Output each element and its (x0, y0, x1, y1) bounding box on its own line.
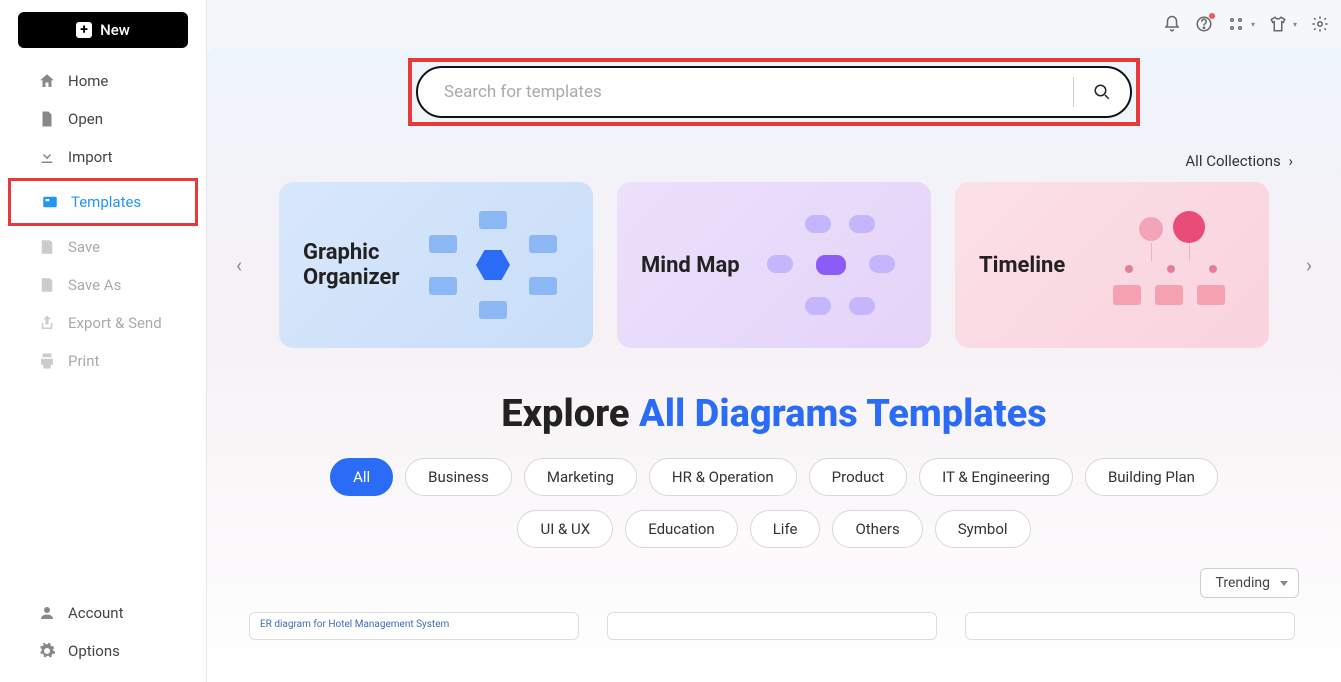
search-icon (1093, 83, 1111, 101)
content: All Collections › ‹ Graphic Organizer Mi… (207, 48, 1341, 682)
card-title: Timeline (979, 253, 1095, 278)
heading-accent: All Diagrams Templates (639, 392, 1047, 436)
chevron-right-icon: › (1288, 152, 1293, 170)
sidebar-label: Export & Send (68, 314, 162, 332)
chevron-down-icon: ▾ (1293, 20, 1297, 29)
sidebar-label: Save As (68, 276, 121, 294)
sidebar-item-import[interactable]: Import (0, 138, 206, 176)
sidebar-label: Account (68, 604, 124, 622)
saveas-icon (38, 276, 56, 294)
sidebar-item-home[interactable]: Home (0, 62, 206, 100)
card-timeline[interactable]: Timeline (955, 182, 1269, 348)
file-icon (38, 110, 56, 128)
chip-building-plan[interactable]: Building Plan (1085, 458, 1218, 496)
page-heading: Explore All Diagrams Templates (207, 392, 1341, 436)
bell-icon[interactable] (1163, 15, 1181, 33)
timeline-icon (1095, 205, 1245, 325)
chip-marketing[interactable]: Marketing (524, 458, 637, 496)
chip-business[interactable]: Business (405, 458, 512, 496)
grid-icon[interactable] (1227, 15, 1245, 33)
search-button[interactable] (1074, 83, 1130, 101)
sort-dropdown[interactable]: Trending (1200, 568, 1299, 598)
sort-row: Trending (207, 562, 1341, 604)
topbar: ▾ ▾ (207, 0, 1341, 48)
mind-map-icon (757, 205, 907, 325)
card-graphic-organizer[interactable]: Graphic Organizer (279, 182, 593, 348)
filter-chips-row2: UI & UX Education Life Others Symbol (207, 510, 1341, 548)
chip-symbol[interactable]: Symbol (935, 510, 1031, 548)
template-thumb[interactable] (965, 612, 1295, 640)
all-collections-link[interactable]: All Collections › (207, 126, 1341, 178)
sidebar-item-print[interactable]: Print (0, 342, 206, 380)
templates-highlight: Templates (8, 178, 198, 226)
help-icon[interactable] (1195, 15, 1213, 33)
search-input[interactable] (418, 82, 1073, 102)
sidebar-item-account[interactable]: Account (0, 594, 206, 632)
category-carousel: ‹ Graphic Organizer Mind Map Timeline (207, 178, 1341, 352)
graphic-organizer-icon (419, 205, 569, 325)
sidebar-label: Import (68, 148, 113, 166)
sidebar-label: Home (68, 72, 108, 90)
filter-chips-row1: All Business Marketing HR & Operation Pr… (207, 458, 1341, 496)
export-icon (38, 314, 56, 332)
sidebar: + New Home Open Import Templates Save Sa… (0, 0, 207, 682)
template-thumb[interactable] (607, 612, 937, 640)
new-button[interactable]: + New (18, 12, 188, 48)
chip-it-engineering[interactable]: IT & Engineering (919, 458, 1073, 496)
settings-icon[interactable] (1311, 15, 1329, 33)
sidebar-item-export[interactable]: Export & Send (0, 304, 206, 342)
sidebar-label: Options (68, 642, 120, 660)
sidebar-label: Print (68, 352, 99, 370)
sidebar-label: Open (68, 110, 103, 128)
sidebar-item-options[interactable]: Options (0, 632, 206, 670)
plus-icon: + (76, 22, 92, 38)
shirt-icon[interactable] (1269, 15, 1287, 33)
card-title: Graphic Organizer (303, 240, 419, 290)
sidebar-label: Templates (71, 193, 141, 211)
chip-education[interactable]: Education (625, 510, 738, 548)
account-icon (38, 604, 56, 622)
main-area: ▾ ▾ All Collections › ‹ Graphic Organize… (207, 0, 1341, 682)
chip-hr-operation[interactable]: HR & Operation (649, 458, 797, 496)
sidebar-item-templates[interactable]: Templates (11, 181, 195, 223)
template-thumb[interactable]: ER diagram for Hotel Management System (249, 612, 579, 640)
chip-others[interactable]: Others (832, 510, 922, 548)
chip-ui-ux[interactable]: UI & UX (517, 510, 613, 548)
chevron-down-icon: ▾ (1251, 20, 1255, 29)
heading-prefix: Explore (501, 392, 639, 436)
home-icon (38, 72, 56, 90)
chip-life[interactable]: Life (750, 510, 821, 548)
template-grid: ER diagram for Hotel Management System (207, 604, 1341, 648)
sidebar-item-save[interactable]: Save (0, 228, 206, 266)
gear-icon (38, 642, 56, 660)
sidebar-item-saveas[interactable]: Save As (0, 266, 206, 304)
print-icon (38, 352, 56, 370)
chip-product[interactable]: Product (809, 458, 907, 496)
new-label: New (100, 21, 130, 39)
templates-icon (41, 193, 59, 211)
sidebar-item-open[interactable]: Open (0, 100, 206, 138)
carousel-prev[interactable]: ‹ (219, 245, 259, 285)
save-icon (38, 238, 56, 256)
card-mind-map[interactable]: Mind Map (617, 182, 931, 348)
card-title: Mind Map (641, 253, 757, 278)
carousel-next[interactable]: › (1289, 245, 1329, 285)
chip-all[interactable]: All (330, 458, 393, 496)
collections-label: All Collections (1185, 152, 1280, 170)
notification-dot (1209, 13, 1215, 19)
sidebar-label: Save (68, 238, 100, 256)
import-icon (38, 148, 56, 166)
search-bar (416, 66, 1132, 118)
search-highlight (408, 58, 1140, 126)
